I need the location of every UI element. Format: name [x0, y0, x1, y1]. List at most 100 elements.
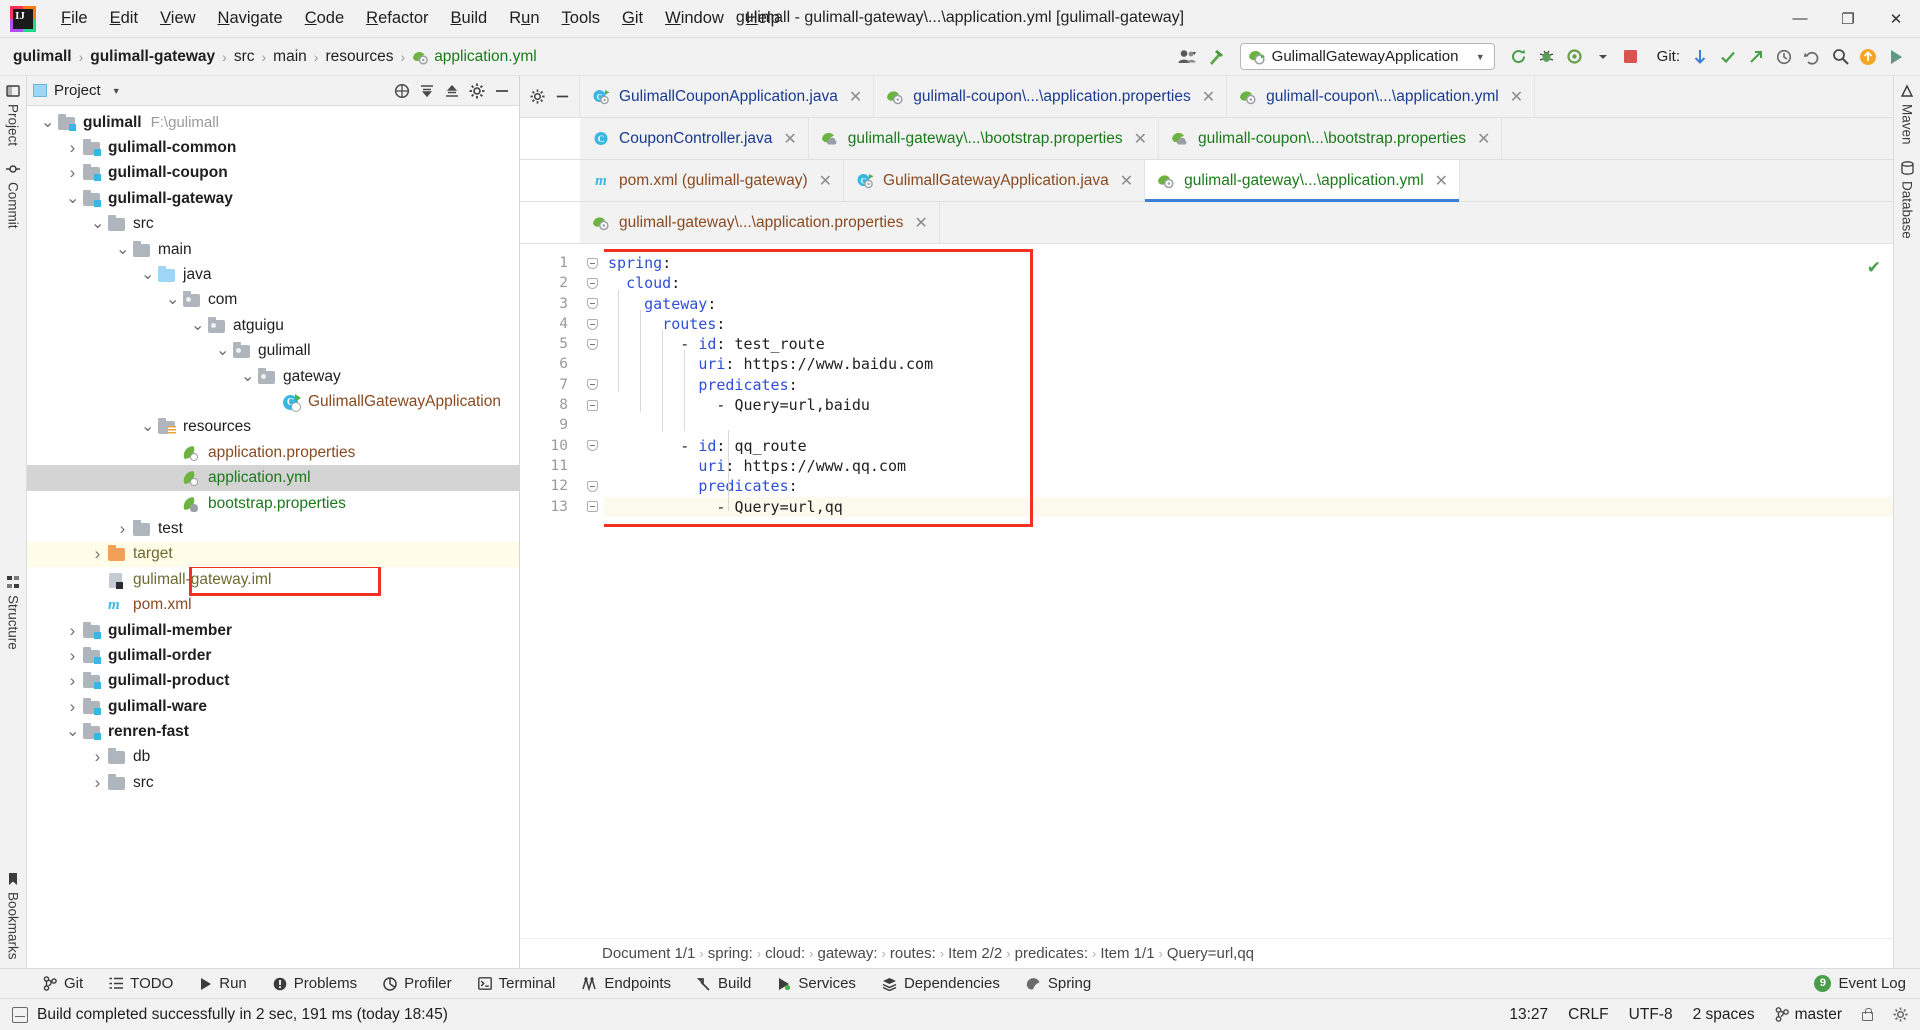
menu-tools[interactable]: Tools: [551, 6, 612, 31]
expand-all-icon[interactable]: [441, 80, 463, 102]
tree-node[interactable]: › target: [27, 541, 519, 568]
event-log-button[interactable]: 9 Event Log: [1814, 975, 1920, 992]
tree-node[interactable]: gulimall-gateway.iml: [27, 567, 519, 592]
tree-node[interactable]: bootstrap.properties: [27, 491, 519, 516]
project-tree[interactable]: ⌄ gulimall F:\gulimall › gulimall-common › gul…: [27, 106, 519, 968]
rail-item-bookmarks[interactable]: Bookmarks: [6, 864, 21, 968]
close-icon[interactable]: ✕: [1202, 87, 1215, 107]
chevron-down-icon[interactable]: ⌄: [241, 368, 254, 384]
close-icon[interactable]: ✕: [1134, 129, 1147, 149]
chevron-down-icon[interactable]: ⌄: [41, 114, 54, 130]
rerun-icon[interactable]: [1505, 43, 1533, 71]
upload-icon[interactable]: [1854, 43, 1882, 71]
editor-tab[interactable]: gulimall-coupon\...\bootstrap.properties…: [1159, 118, 1503, 159]
editor-tab[interactable]: gulimall-coupon\...\application.yml ✕: [1227, 76, 1536, 117]
tree-node[interactable]: › gulimall-ware: [27, 694, 519, 719]
tree-node[interactable]: ⌄ resources: [27, 415, 519, 440]
chevron-right-icon[interactable]: ›: [66, 621, 79, 641]
fold-marker[interactable]: [580, 375, 604, 395]
chevron-right-icon[interactable]: ›: [91, 773, 104, 793]
lock-widget[interactable]: [1862, 1007, 1873, 1021]
tree-node[interactable]: ⌄ com: [27, 288, 519, 313]
editor-breadcrumb-item[interactable]: Item 2/2: [944, 945, 1006, 962]
settings-widget[interactable]: [1893, 1007, 1908, 1022]
code-folding-gutter[interactable]: [580, 244, 604, 938]
editor-breadcrumb-item[interactable]: spring:: [704, 945, 757, 962]
tree-node[interactable]: application.properties: [27, 440, 519, 465]
chevron-down-icon[interactable]: ⌄: [141, 267, 154, 283]
breadcrumb-item-application-yml[interactable]: application.yml: [407, 46, 542, 68]
chevron-down-icon[interactable]: ⌄: [66, 190, 79, 206]
chevron-right-icon[interactable]: ›: [66, 697, 79, 717]
chevron-down-icon[interactable]: ⌄: [216, 343, 229, 359]
editor-breadcrumb-item[interactable]: gateway:: [813, 945, 881, 962]
chevron-down-icon[interactable]: ⌄: [116, 241, 129, 257]
undo-icon[interactable]: [1798, 43, 1826, 71]
toolwindow-button-build[interactable]: Build: [684, 975, 764, 992]
tree-node[interactable]: ⌄ main: [27, 237, 519, 262]
stop-icon[interactable]: [1617, 43, 1645, 71]
code-editor[interactable]: 1 2 3 4 5 6 7 8 9 10 11 12 13 spring: cloud: gateway…: [520, 244, 1893, 938]
caret-position[interactable]: 13:27: [1509, 1006, 1548, 1024]
close-icon[interactable]: ✕: [1510, 87, 1523, 107]
toolwindow-button-todo[interactable]: TODO: [96, 975, 186, 992]
settings-gear-icon[interactable]: [466, 80, 488, 102]
user-group-icon[interactable]: [1174, 43, 1202, 71]
chevron-down-icon[interactable]: ▼: [112, 86, 121, 96]
close-icon[interactable]: ✕: [1477, 129, 1490, 149]
editor-breadcrumb-item[interactable]: predicates:: [1011, 945, 1092, 962]
menu-run[interactable]: Run: [498, 6, 550, 31]
project-panel-title-group[interactable]: Project ▼: [33, 82, 121, 99]
menu-refactor[interactable]: Refactor: [355, 6, 439, 31]
close-icon[interactable]: ✕: [1120, 171, 1133, 191]
settings-gear-icon[interactable]: [529, 89, 545, 104]
git-push-icon[interactable]: [1742, 43, 1770, 71]
editor-tab[interactable]: m pom.xml (gulimall-gateway) ✕: [580, 160, 845, 201]
breadcrumb-item-main[interactable]: main: [268, 46, 312, 68]
tree-node[interactable]: › db: [27, 745, 519, 770]
editor-tab[interactable]: C GulimallGatewayApplication.java ✕: [844, 160, 1146, 201]
fold-marker[interactable]: [580, 314, 604, 334]
menu-git[interactable]: Git: [611, 6, 654, 31]
tree-node[interactable]: ⌄ renren-fast: [27, 719, 519, 744]
chevron-right-icon[interactable]: ›: [91, 747, 104, 767]
close-icon[interactable]: ✕: [849, 87, 862, 107]
chevron-right-icon[interactable]: ›: [91, 544, 104, 564]
rail-item-maven[interactable]: Maven: [1900, 76, 1915, 153]
collapse-all-icon[interactable]: [416, 80, 438, 102]
toolwindow-button-problems[interactable]: Problems: [260, 975, 370, 992]
toolwindow-button-git[interactable]: Git: [30, 975, 96, 992]
editor-tab[interactable]: C CouponController.java ✕: [580, 118, 809, 159]
fold-marker[interactable]: [580, 497, 604, 517]
breadcrumb-item-gulimall-gateway[interactable]: gulimall-gateway: [85, 46, 220, 68]
tree-node[interactable]: ⌄ src: [27, 212, 519, 237]
toolwindow-button-profiler[interactable]: Profiler: [370, 975, 465, 992]
chevron-right-icon[interactable]: ›: [66, 671, 79, 691]
debug-icon[interactable]: [1533, 43, 1561, 71]
toolwindow-button-run[interactable]: Run: [186, 975, 260, 992]
close-icon[interactable]: ✕: [819, 171, 832, 191]
build-hammer-icon[interactable]: [1202, 43, 1230, 71]
chevron-down-icon[interactable]: ⌄: [66, 724, 79, 740]
code-content[interactable]: spring: cloud: gateway: routes: - id: te…: [604, 244, 1893, 938]
tree-node[interactable]: ⌄ gulimall-gateway: [27, 186, 519, 211]
line-separator[interactable]: CRLF: [1568, 1006, 1608, 1024]
toolwindow-button-terminal[interactable]: Terminal: [465, 975, 569, 992]
tree-node[interactable]: ⌄ gulimall F:\gulimall: [27, 110, 519, 135]
chevron-down-icon[interactable]: [1589, 43, 1617, 71]
indent-setting[interactable]: 2 spaces: [1693, 1006, 1755, 1024]
chevron-right-icon[interactable]: ›: [116, 519, 129, 539]
toolwindow-button-dependencies[interactable]: Dependencies: [869, 975, 1013, 992]
file-encoding[interactable]: UTF-8: [1629, 1006, 1673, 1024]
hide-panel-icon[interactable]: [555, 89, 570, 104]
fold-marker[interactable]: [580, 395, 604, 415]
close-button[interactable]: ✕: [1872, 0, 1920, 38]
run-configuration-selector[interactable]: GulimallGatewayApplication ▼: [1239, 43, 1495, 70]
chevron-right-icon[interactable]: ›: [66, 138, 79, 158]
minimize-button[interactable]: —: [1776, 0, 1824, 38]
editor-breadcrumb-item[interactable]: Item 1/1: [1096, 945, 1158, 962]
toolwindow-button-spring[interactable]: Spring: [1013, 975, 1104, 992]
toolwindow-button-endpoints[interactable]: Endpoints: [568, 975, 684, 992]
chevron-down-icon[interactable]: ⌄: [91, 216, 104, 232]
menu-window[interactable]: Window: [654, 6, 735, 31]
